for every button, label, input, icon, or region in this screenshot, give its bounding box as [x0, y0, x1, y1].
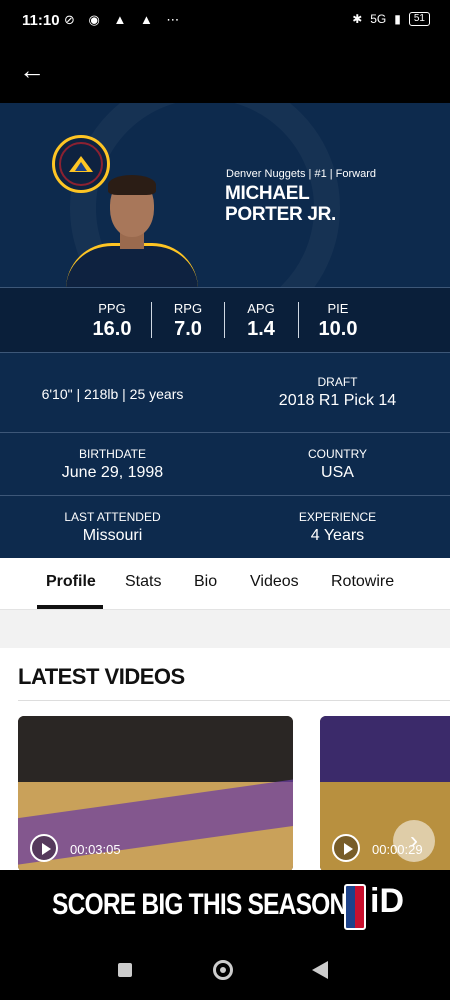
- back-triangle-icon[interactable]: [312, 961, 328, 979]
- stat-ppg: PPG 16.0: [92, 301, 132, 340]
- status-time: 11:10: [22, 12, 60, 29]
- back-arrow-icon[interactable]: ←: [16, 54, 48, 86]
- notification-icons: ⊘ ◉ ▲ ▲ ⋯: [64, 12, 185, 27]
- chevron-right-icon[interactable]: ›: [393, 820, 435, 862]
- season-stats: PPG 16.0 RPG 7.0 APG 1.4 PIE 10.0: [0, 287, 450, 353]
- info-row-physical: 6'10" | 218lb | 25 years DRAFT 2018 R1 P…: [0, 353, 450, 433]
- status-right-icons: ✱ 5G ▮ 51: [352, 12, 430, 26]
- ad-banner[interactable]: SCORE BIG THIS SEASON iD: [0, 870, 450, 942]
- profile-tabs: Profile Stats Bio Videos Rotowire: [0, 558, 450, 610]
- network-label: 5G: [370, 12, 387, 26]
- tab-rotowire[interactable]: Rotowire: [331, 573, 394, 591]
- system-nav-bar: [0, 942, 450, 1000]
- draft-info: DRAFT 2018 R1 Pick 14: [278, 375, 397, 409]
- country-info: COUNTRY USA: [307, 447, 368, 481]
- stat-pie: PIE 10.0: [318, 301, 358, 340]
- nba-logo-icon: [344, 884, 366, 930]
- tab-bio[interactable]: Bio: [194, 573, 217, 591]
- recent-apps-icon[interactable]: [118, 963, 132, 977]
- signal-icon: ▮: [394, 12, 401, 26]
- physical-info: 6'10" | 218lb | 25 years: [41, 386, 184, 402]
- player-hero: Denver Nuggets | #1 | Forward MICHAEL PO…: [0, 103, 450, 287]
- home-icon[interactable]: [213, 960, 233, 980]
- player-first-name: MICHAEL: [225, 183, 310, 204]
- player-name: MICHAEL PORTER JR.: [225, 183, 336, 225]
- stat-apg: APG 1.4: [247, 301, 275, 340]
- birthdate-info: BIRTHDATE June 29, 1998: [61, 447, 164, 481]
- play-icon[interactable]: [30, 834, 58, 862]
- play-icon[interactable]: [332, 834, 360, 862]
- player-headshot: [66, 175, 198, 287]
- stat-rpg: RPG 7.0: [173, 301, 203, 340]
- active-tab-indicator: [37, 605, 103, 609]
- experience-info: EXPERIENCE 4 Years: [298, 510, 377, 544]
- tab-videos[interactable]: Videos: [250, 573, 299, 591]
- player-team-line: Denver Nuggets | #1 | Forward: [226, 168, 377, 180]
- info-row-birth: BIRTHDATE June 29, 1998 COUNTRY USA: [0, 433, 450, 496]
- tab-profile[interactable]: Profile: [46, 573, 96, 591]
- video-card[interactable]: 00:03:05: [18, 716, 293, 870]
- app-bar: ←: [0, 40, 450, 103]
- tab-stats[interactable]: Stats: [125, 573, 161, 591]
- last-attended-info: LAST ATTENDED Missouri: [64, 510, 161, 544]
- latest-videos-section: LATEST VIDEOS 00:03:05 00:00:29: [0, 648, 450, 870]
- ad-suffix: iD: [370, 882, 404, 920]
- info-row-school: LAST ATTENDED Missouri EXPERIENCE 4 Year…: [0, 496, 450, 558]
- ad-text: SCORE BIG THIS SEASON: [52, 888, 347, 921]
- player-last-name: PORTER JR.: [225, 204, 337, 225]
- section-spacer: [0, 610, 450, 648]
- latest-videos-title: LATEST VIDEOS: [18, 664, 185, 689]
- status-bar: 11:10 ⊘ ◉ ▲ ▲ ⋯ ✱ 5G ▮ 51: [0, 0, 450, 40]
- video-duration: 00:03:05: [70, 842, 121, 857]
- bluetooth-icon: ✱: [352, 12, 363, 26]
- section-divider: [18, 700, 450, 701]
- battery-icon: 51: [408, 12, 430, 26]
